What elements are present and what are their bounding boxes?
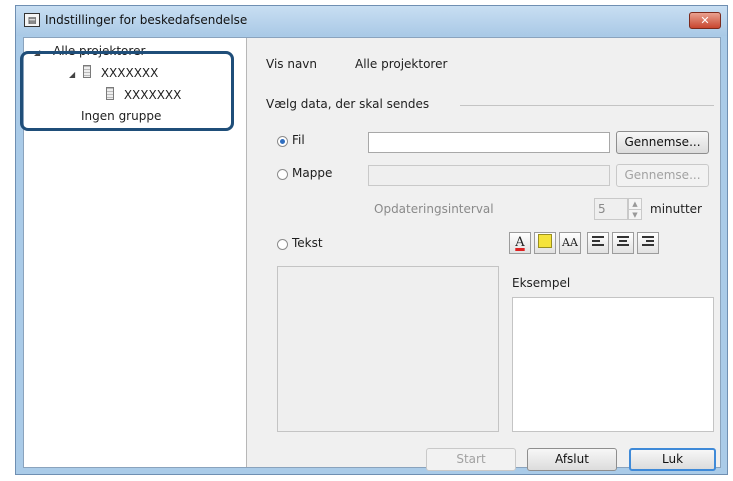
highlight-color-icon (538, 234, 552, 248)
update-interval-label: Opdateringsinterval (374, 202, 494, 216)
font-color-button[interactable]: A (509, 232, 531, 254)
group-divider (460, 105, 714, 106)
finish-button[interactable]: Afslut (527, 448, 617, 471)
app-icon: ▤ (24, 13, 40, 27)
align-left-icon (592, 236, 604, 246)
font-color-icon: A (515, 235, 525, 250)
font-size-icon: AA (562, 236, 578, 249)
tree-highlight-frame (20, 51, 234, 131)
text-radio-label: Tekst (292, 236, 323, 250)
folder-path-input[interactable] (368, 165, 610, 186)
window-title: Indstillinger for beskedafsendelse (45, 13, 248, 27)
spin-up-icon[interactable]: ▲ (629, 199, 641, 210)
interval-spinner[interactable]: ▲ ▼ (628, 198, 642, 220)
file-path-input[interactable] (368, 132, 610, 153)
align-center-icon (617, 236, 629, 246)
example-label: Eksempel (512, 276, 571, 290)
display-name-value: Alle projektorer (355, 57, 448, 71)
minutes-label: minutter (650, 202, 702, 216)
title-bar: ▤ Indstillinger for beskedafsendelse ✕ (16, 6, 727, 36)
select-data-heading: Vælg data, der skal sendes (266, 97, 430, 111)
background-color-button[interactable] (534, 232, 556, 254)
folder-browse-button[interactable]: Gennemse... (616, 164, 709, 187)
align-center-button[interactable] (612, 232, 634, 254)
example-preview (512, 297, 714, 432)
font-size-button[interactable]: AA (559, 232, 581, 254)
close-button[interactable]: Luk (629, 448, 716, 471)
file-radio[interactable] (277, 136, 288, 147)
align-left-button[interactable] (587, 232, 609, 254)
text-radio[interactable] (277, 239, 288, 250)
align-right-icon (642, 236, 654, 246)
align-right-button[interactable] (637, 232, 659, 254)
display-name-label: Vis navn (266, 57, 318, 71)
start-button[interactable]: Start (426, 448, 516, 471)
message-text-area[interactable] (277, 266, 499, 432)
file-browse-button[interactable]: Gennemse... (616, 131, 709, 154)
folder-radio[interactable] (277, 169, 288, 180)
file-radio-label: Fil (292, 133, 305, 147)
update-interval-input[interactable]: 5 (594, 198, 628, 220)
close-window-button[interactable]: ✕ (689, 12, 721, 29)
spin-down-icon[interactable]: ▼ (629, 210, 641, 220)
folder-radio-label: Mappe (292, 166, 333, 180)
